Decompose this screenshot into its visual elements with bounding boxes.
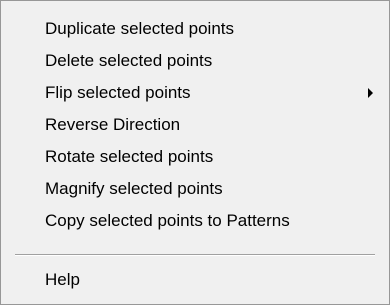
menu-item-label: Rotate selected points xyxy=(45,147,214,166)
menu-item-copy-selected-points-to-patterns[interactable]: Copy selected points to Patterns xyxy=(1,205,389,237)
menu-separator xyxy=(15,254,375,256)
menu-item-label: Delete selected points xyxy=(45,51,213,70)
menu-item-label: Copy selected points to Patterns xyxy=(45,211,290,230)
menu-item-rotate-selected-points[interactable]: Rotate selected points xyxy=(1,141,389,173)
menu-item-label: Reverse Direction xyxy=(45,115,181,134)
menu-item-label: Magnify selected points xyxy=(45,179,223,198)
menu-item-duplicate-selected-points[interactable]: Duplicate selected points xyxy=(1,13,389,45)
submenu-arrow-icon xyxy=(368,88,373,98)
menu-item-flip-selected-points[interactable]: Flip selected points xyxy=(1,77,389,109)
menu-item-label: Flip selected points xyxy=(45,83,191,102)
menu-item-label: Help xyxy=(45,270,80,289)
menu-item-help[interactable]: Help xyxy=(1,264,389,296)
menu-item-magnify-selected-points[interactable]: Magnify selected points xyxy=(1,173,389,205)
menu-item-delete-selected-points[interactable]: Delete selected points xyxy=(1,45,389,77)
menu-item-reverse-direction[interactable]: Reverse Direction xyxy=(1,109,389,141)
context-menu: Duplicate selected points Delete selecte… xyxy=(0,0,390,305)
menu-item-label: Duplicate selected points xyxy=(45,19,235,38)
